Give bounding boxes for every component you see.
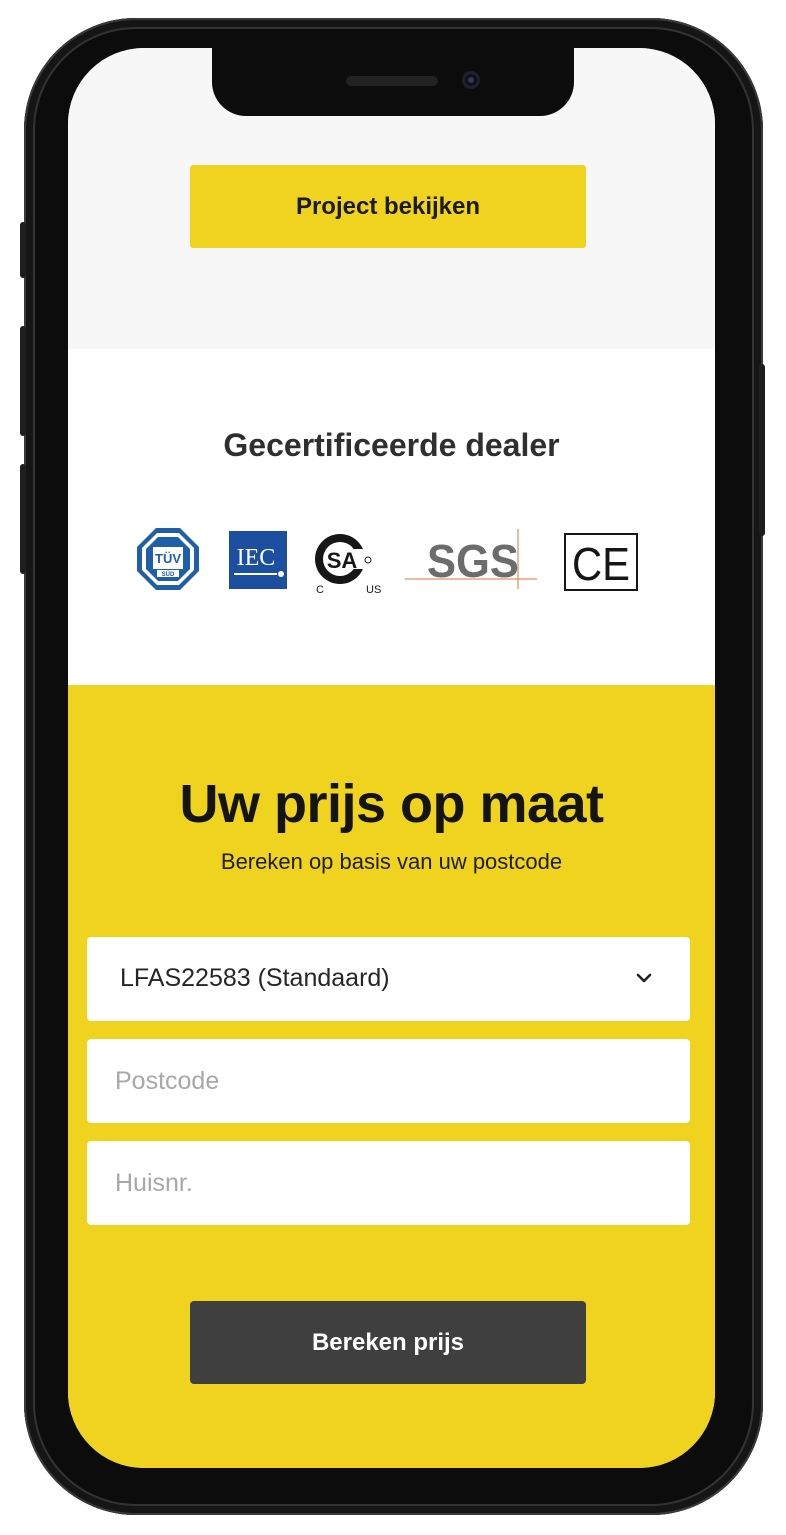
project-view-button[interactable]: Project bekijken: [190, 165, 586, 248]
side-button-mute: [20, 222, 26, 278]
chevron-down-icon: [636, 973, 652, 983]
tuv-sud-logo: TÜV SÜD: [137, 528, 199, 590]
housenumber-input[interactable]: [87, 1141, 690, 1225]
iec-logo: IEC: [229, 531, 287, 589]
price-subtitle: Bereken op basis van uw postcode: [220, 849, 563, 874]
certified-dealer-section: Gecertificeerde dealer TÜV SÜD IEC SA C: [68, 349, 715, 685]
tuv-bottom-text: SÜD: [162, 571, 175, 578]
csa-logo: SA C US: [315, 534, 381, 596]
postcode-field: [87, 1039, 690, 1123]
front-camera: [462, 71, 480, 89]
speaker-grille: [346, 76, 438, 86]
csa-c-text: C: [316, 584, 324, 596]
sgs-logo: SGS: [405, 529, 537, 589]
csa-us-text: US: [366, 584, 381, 596]
ce-text: CE: [572, 538, 630, 590]
iec-text: IEC: [237, 545, 276, 571]
tuv-top-text: TÜV: [155, 551, 181, 566]
ce-logo: CE: [564, 533, 638, 591]
product-select[interactable]: LFAS22583 (Standaard): [87, 937, 690, 1021]
side-button-power: [759, 364, 765, 536]
sgs-text: SGS: [427, 535, 519, 587]
certified-dealer-title: Gecertificeerde dealer: [223, 427, 560, 463]
product-select-value: LFAS22583 (Standaard): [120, 964, 390, 992]
housenumber-field: [87, 1141, 690, 1225]
phone-screen: Project bekijken Gecertificeerde dealer …: [68, 48, 715, 1468]
price-calculator-section: Uw prijs op maat Bereken op basis van uw…: [68, 685, 715, 1468]
side-button-volume-up: [20, 326, 26, 436]
csa-mark-text: SA: [327, 548, 358, 573]
phone-notch: [212, 46, 574, 116]
side-button-volume-down: [20, 464, 26, 574]
calculate-price-button[interactable]: Bereken prijs: [190, 1301, 586, 1384]
price-title: Uw prijs op maat: [179, 774, 604, 834]
postcode-input[interactable]: [87, 1039, 690, 1123]
